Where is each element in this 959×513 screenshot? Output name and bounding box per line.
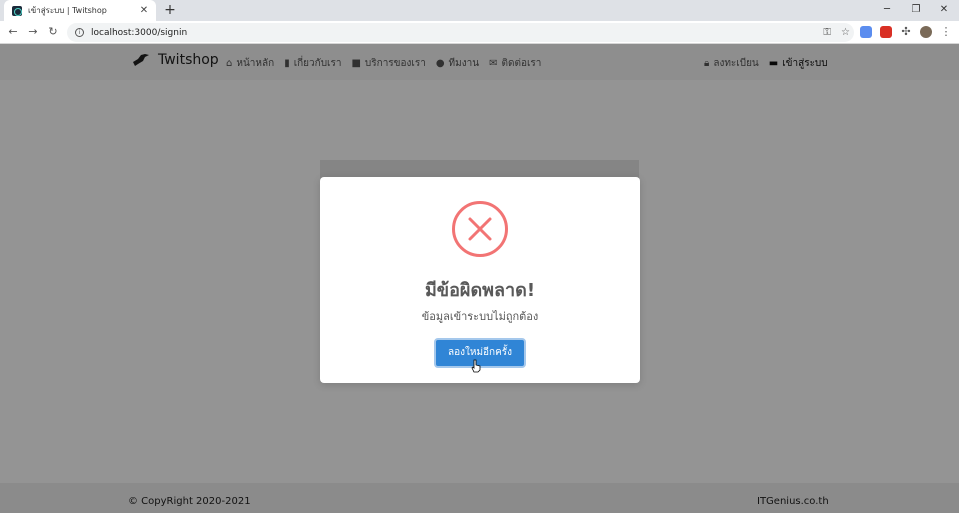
hand-cursor-icon xyxy=(471,359,481,373)
error-x-icon xyxy=(452,201,508,257)
browser-toolbar: ← → ↻ i localhost:3000/signin ⚿ ☆ ✣ ⋮ xyxy=(0,21,959,44)
react-favicon-icon xyxy=(12,5,22,16)
key-icon[interactable]: ⚿ xyxy=(823,27,831,38)
tab-title: เข้าสู่ระบบ | Twitshop xyxy=(28,6,107,15)
restore-button[interactable]: ❐ xyxy=(903,2,929,18)
dialog-title: มีข้อผิดพลาด! xyxy=(424,280,536,301)
puzzle-icon[interactable]: ✣ xyxy=(900,26,912,38)
info-icon[interactable]: i xyxy=(75,28,84,37)
url-text: localhost:3000/signin xyxy=(91,27,188,38)
browser-tabstrip: เข้าสู่ระบบ | Twitshop ✕ + ─ ❐ ✕ xyxy=(0,0,959,21)
error-dialog: มีข้อผิดพลาด! ข้อมูลเข้าระบบไม่ถูกต้อง ล… xyxy=(320,177,640,383)
back-icon[interactable]: ← xyxy=(5,24,21,40)
browser-tab[interactable]: เข้าสู่ระบบ | Twitshop ✕ xyxy=(4,0,156,21)
extension-icon[interactable] xyxy=(880,26,892,38)
close-window-button[interactable]: ✕ xyxy=(931,2,957,18)
address-bar[interactable]: i localhost:3000/signin ⚿ ☆ xyxy=(67,23,854,42)
reload-icon[interactable]: ↻ xyxy=(45,24,61,40)
menu-icon[interactable]: ⋮ xyxy=(940,26,952,38)
forward-icon[interactable]: → xyxy=(25,24,41,40)
new-tab-button[interactable]: + xyxy=(162,2,178,18)
star-icon[interactable]: ☆ xyxy=(841,27,850,38)
tab-close-icon[interactable]: ✕ xyxy=(138,5,150,16)
minimize-button[interactable]: ─ xyxy=(874,2,900,18)
avatar[interactable] xyxy=(920,26,932,38)
dialog-message: ข้อมูลเข้าระบบไม่ถูกต้อง xyxy=(421,310,539,323)
extension-icon[interactable] xyxy=(860,26,872,38)
